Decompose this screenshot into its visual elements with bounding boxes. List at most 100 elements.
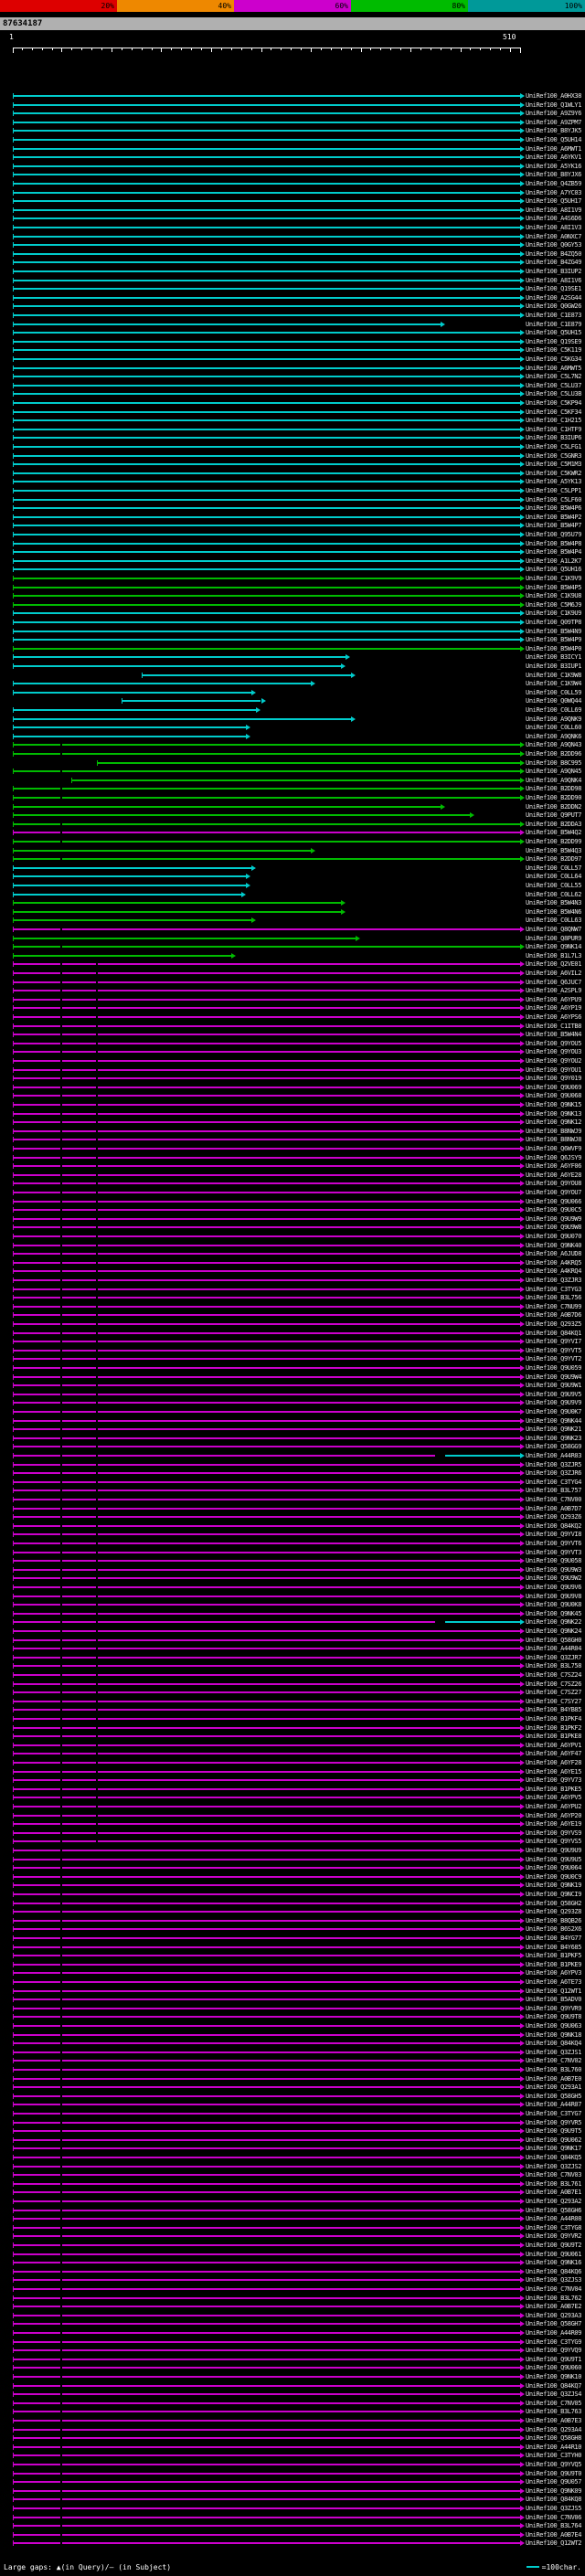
hit-row[interactable]: UniRef100_Q9U0K7 bbox=[0, 1408, 585, 1416]
hit-row[interactable]: UniRef100_B2DD99 bbox=[0, 838, 585, 846]
hit-row[interactable]: UniRef100_Q84KQ5 bbox=[0, 2154, 585, 2162]
hit-row[interactable]: UniRef100_B5W4P4 bbox=[0, 548, 585, 557]
hit-row[interactable]: UniRef100_B4YG77 bbox=[0, 1935, 585, 1943]
hit-row[interactable]: UniRef100_B1PKF4 bbox=[0, 1715, 585, 1723]
hit-row[interactable]: UniRef100_A44R07 bbox=[0, 2101, 585, 2109]
hit-row[interactable]: UniRef100_A9QN43 bbox=[0, 741, 585, 749]
hit-row[interactable]: UniRef100_B4ZG49 bbox=[0, 259, 585, 267]
hit-row[interactable]: UniRef100_C0LL59 bbox=[0, 689, 585, 697]
hit-row[interactable]: UniRef100_Q19SE9 bbox=[0, 338, 585, 346]
hit-row[interactable]: UniRef100_Q9YVT6 bbox=[0, 1540, 585, 1548]
hit-row[interactable]: UniRef100_Q9YVT2 bbox=[0, 1355, 585, 1363]
hit-row[interactable]: UniRef100_C5KP94 bbox=[0, 399, 585, 408]
hit-row[interactable]: UniRef100_C5K119 bbox=[0, 346, 585, 355]
hit-row[interactable]: UniRef100_B5W4P2 bbox=[0, 514, 585, 522]
hit-row[interactable]: UniRef100_Q9U062 bbox=[0, 2136, 585, 2145]
hit-row[interactable]: UniRef100_Q9U066 bbox=[0, 1198, 585, 1206]
hit-row[interactable]: UniRef100_Q2VE01 bbox=[0, 960, 585, 969]
hit-row[interactable]: UniRef100_A9Z9Y6 bbox=[0, 110, 585, 118]
hit-row[interactable]: UniRef100_Q9YVT5 bbox=[0, 1347, 585, 1355]
hit-row[interactable]: UniRef100_A6YP20 bbox=[0, 1812, 585, 1820]
hit-row[interactable]: UniRef100_Q9YVS5 bbox=[0, 1838, 585, 1846]
hit-row[interactable]: UniRef100_C1E879 bbox=[0, 321, 585, 329]
hit-row[interactable]: UniRef100_Q9U9W3 bbox=[0, 1566, 585, 1574]
hit-row[interactable]: UniRef100_Q9U0C9 bbox=[0, 1873, 585, 1882]
hit-row[interactable]: UniRef100_C3TYG7 bbox=[0, 2110, 585, 2118]
hit-row[interactable]: UniRef100_A6YPV1 bbox=[0, 1742, 585, 1750]
hit-row[interactable]: UniRef100_Q9YV73 bbox=[0, 1776, 585, 1785]
hit-row[interactable]: UniRef100_A6VIL2 bbox=[0, 970, 585, 978]
hit-row[interactable]: UniRef100_A6YKV1 bbox=[0, 154, 585, 162]
hit-row[interactable]: UniRef100_C1HTF9 bbox=[0, 426, 585, 434]
hit-row[interactable]: UniRef100_C7NV03 bbox=[0, 2171, 585, 2179]
hit-row[interactable]: UniRef100_A6YPV3 bbox=[0, 1969, 585, 1977]
hit-row[interactable]: UniRef100_B2DD98 bbox=[0, 785, 585, 793]
hit-row[interactable]: UniRef100_C7NV00 bbox=[0, 1496, 585, 1504]
hit-row[interactable]: UniRef100_Q9NK17 bbox=[0, 2145, 585, 2153]
hit-row[interactable]: UniRef100_A9QNK6 bbox=[0, 733, 585, 741]
hit-row[interactable]: UniRef100_B5W4Q2 bbox=[0, 829, 585, 837]
hit-row[interactable]: UniRef100_B1PKE8 bbox=[0, 1733, 585, 1741]
hit-row[interactable]: UniRef100_Q9U061 bbox=[0, 2251, 585, 2259]
hit-row[interactable]: UniRef100_Q9U9V8 bbox=[0, 1593, 585, 1601]
hit-row[interactable]: UniRef100_Q293Z8 bbox=[0, 1908, 585, 1916]
hit-row[interactable]: UniRef100_Q58GH8 bbox=[0, 2434, 585, 2443]
hit-row[interactable]: UniRef100_A2SPL9 bbox=[0, 987, 585, 995]
hit-row[interactable]: UniRef100_B8C995 bbox=[0, 759, 585, 768]
hit-row[interactable]: UniRef100_Q9NK10 bbox=[0, 2373, 585, 2381]
hit-row[interactable]: UniRef100_C3TYG9 bbox=[0, 2338, 585, 2347]
hit-row[interactable]: UniRef100_A6YPV5 bbox=[0, 1794, 585, 1802]
hit-row[interactable]: UniRef100_Q293Z5 bbox=[0, 1320, 585, 1329]
hit-row[interactable]: UniRef100_C5KWR2 bbox=[0, 470, 585, 478]
hit-row[interactable]: UniRef100_B2DD97 bbox=[0, 855, 585, 864]
hit-row[interactable]: UniRef100_Q3ZJS3 bbox=[0, 2276, 585, 2284]
hit-row[interactable]: UniRef100_Q9NK22 bbox=[0, 1618, 585, 1627]
hit-row[interactable]: UniRef100_A6YE19 bbox=[0, 1820, 585, 1829]
hit-row[interactable]: UniRef100_Q12WT2 bbox=[0, 2539, 585, 2548]
hit-row[interactable]: UniRef100_Q3ZJS1 bbox=[0, 2049, 585, 2057]
hit-row[interactable]: UniRef100_Q9NK24 bbox=[0, 1627, 585, 1636]
hit-row[interactable]: UniRef100_C7SY27 bbox=[0, 1698, 585, 1706]
hit-row[interactable]: UniRef100_Q9NK19 bbox=[0, 1882, 585, 1890]
hit-row[interactable]: UniRef100_Q293A2 bbox=[0, 2198, 585, 2206]
hit-row[interactable]: UniRef100_C1E873 bbox=[0, 312, 585, 320]
hit-row[interactable]: UniRef100_B3L762 bbox=[0, 2295, 585, 2303]
hit-row[interactable]: UniRef100_Q9YVS9 bbox=[0, 1829, 585, 1838]
hit-row[interactable]: UniRef100_B3L761 bbox=[0, 2180, 585, 2189]
hit-row[interactable]: UniRef100_B8YJX6 bbox=[0, 171, 585, 179]
hit-row[interactable]: UniRef100_A4KRQ4 bbox=[0, 1267, 585, 1276]
hit-row[interactable]: UniRef100_A8I1V3 bbox=[0, 224, 585, 232]
hit-row[interactable]: UniRef100_A44R10 bbox=[0, 2443, 585, 2452]
hit-row[interactable]: UniRef100_Q9NK45 bbox=[0, 1610, 585, 1618]
hit-row[interactable]: UniRef100_Q9U9V5 bbox=[0, 1391, 585, 1399]
hit-row[interactable]: UniRef100_A9QNK4 bbox=[0, 777, 585, 785]
hit-row[interactable]: UniRef100_Q9NK18 bbox=[0, 2031, 585, 2040]
hit-row[interactable]: UniRef100_B3IUP1 bbox=[0, 663, 585, 671]
hit-row[interactable]: UniRef100_B3L758 bbox=[0, 1662, 585, 1670]
hit-row[interactable]: UniRef100_Q9U068 bbox=[0, 1092, 585, 1100]
hit-row[interactable]: UniRef100_A0B7E3 bbox=[0, 2417, 585, 2425]
hit-row[interactable]: UniRef100_C1K9V9 bbox=[0, 575, 585, 583]
hit-row[interactable]: UniRef100_A0B7E1 bbox=[0, 2189, 585, 2197]
hit-row[interactable]: UniRef100_C5LPP1 bbox=[0, 487, 585, 495]
hit-row[interactable]: UniRef100_Q293A4 bbox=[0, 2426, 585, 2434]
hit-row[interactable]: UniRef100_C7NV06 bbox=[0, 2514, 585, 2522]
hit-row[interactable]: UniRef100_Q6JUC7 bbox=[0, 979, 585, 987]
hit-row[interactable]: UniRef100_C1K9U9 bbox=[0, 610, 585, 618]
hit-row[interactable]: UniRef100_C1ITB8 bbox=[0, 1023, 585, 1031]
hit-row[interactable]: UniRef100_B1PKE9 bbox=[0, 1961, 585, 1969]
hit-row[interactable]: UniRef100_A6YPS6 bbox=[0, 1013, 585, 1022]
hit-row[interactable]: UniRef100_Q84KQ6 bbox=[0, 2268, 585, 2276]
hit-row[interactable]: UniRef100_Q0GY53 bbox=[0, 241, 585, 249]
hit-row[interactable]: UniRef100_Q9U9W1 bbox=[0, 1382, 585, 1390]
hit-row[interactable]: UniRef100_A6MWT5 bbox=[0, 365, 585, 373]
hit-row[interactable]: UniRef100_Q3ZJS5 bbox=[0, 2505, 585, 2513]
hit-row[interactable]: UniRef100_C5L7N2 bbox=[0, 373, 585, 381]
hit-row[interactable]: UniRef100_B1PKF2 bbox=[0, 1724, 585, 1733]
hit-row[interactable]: UniRef100_B8NWJ9 bbox=[0, 1128, 585, 1136]
hit-row[interactable]: UniRef100_C0LL64 bbox=[0, 873, 585, 881]
hit-row[interactable]: UniRef100_Q5UH15 bbox=[0, 329, 585, 337]
hit-row[interactable]: UniRef100_B2DDN2 bbox=[0, 803, 585, 811]
hit-row[interactable]: UniRef100_B5W4Q3 bbox=[0, 847, 585, 855]
hit-row[interactable]: UniRef100_Q9U058 bbox=[0, 1557, 585, 1565]
